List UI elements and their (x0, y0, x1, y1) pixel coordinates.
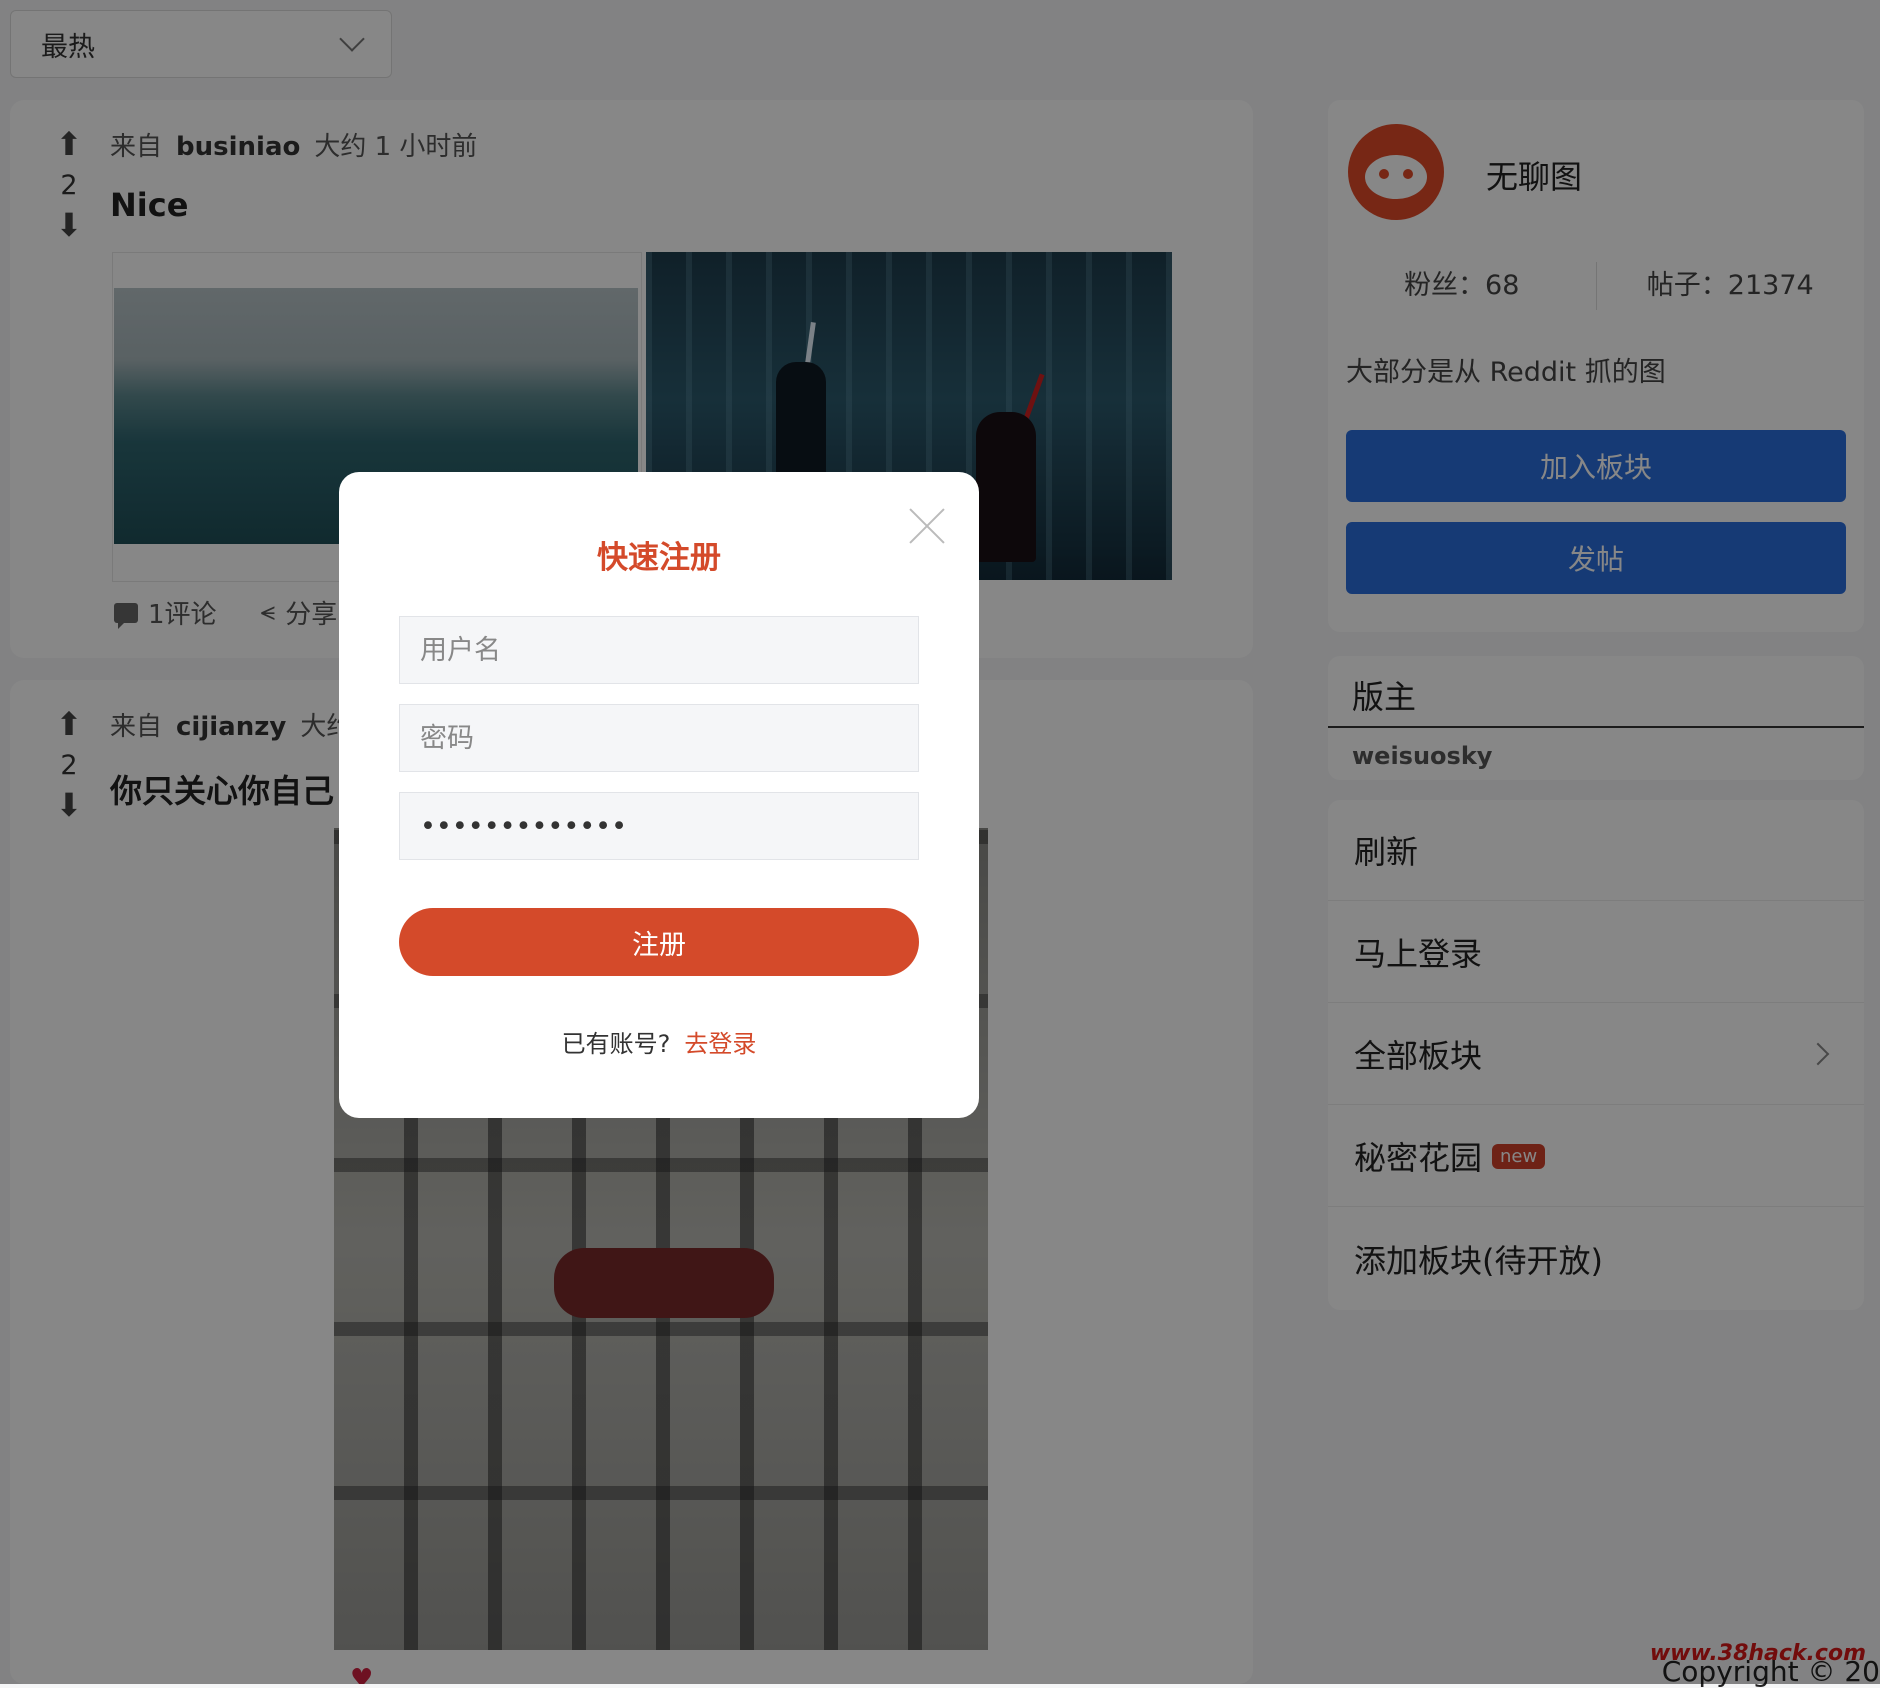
username-input[interactable] (399, 616, 919, 684)
register-button[interactable]: 注册 (399, 908, 919, 976)
register-modal: 快速注册 注册 已有账号? 去登录 (339, 472, 979, 1118)
go-login-link[interactable]: 去登录 (684, 1030, 756, 1058)
login-hint: 已有账号? 去登录 (339, 1024, 979, 1059)
password-confirm-input[interactable] (399, 792, 919, 860)
password-input[interactable] (399, 704, 919, 772)
has-account-text: 已有账号? (561, 1030, 671, 1058)
modal-title: 快速注册 (597, 540, 721, 576)
